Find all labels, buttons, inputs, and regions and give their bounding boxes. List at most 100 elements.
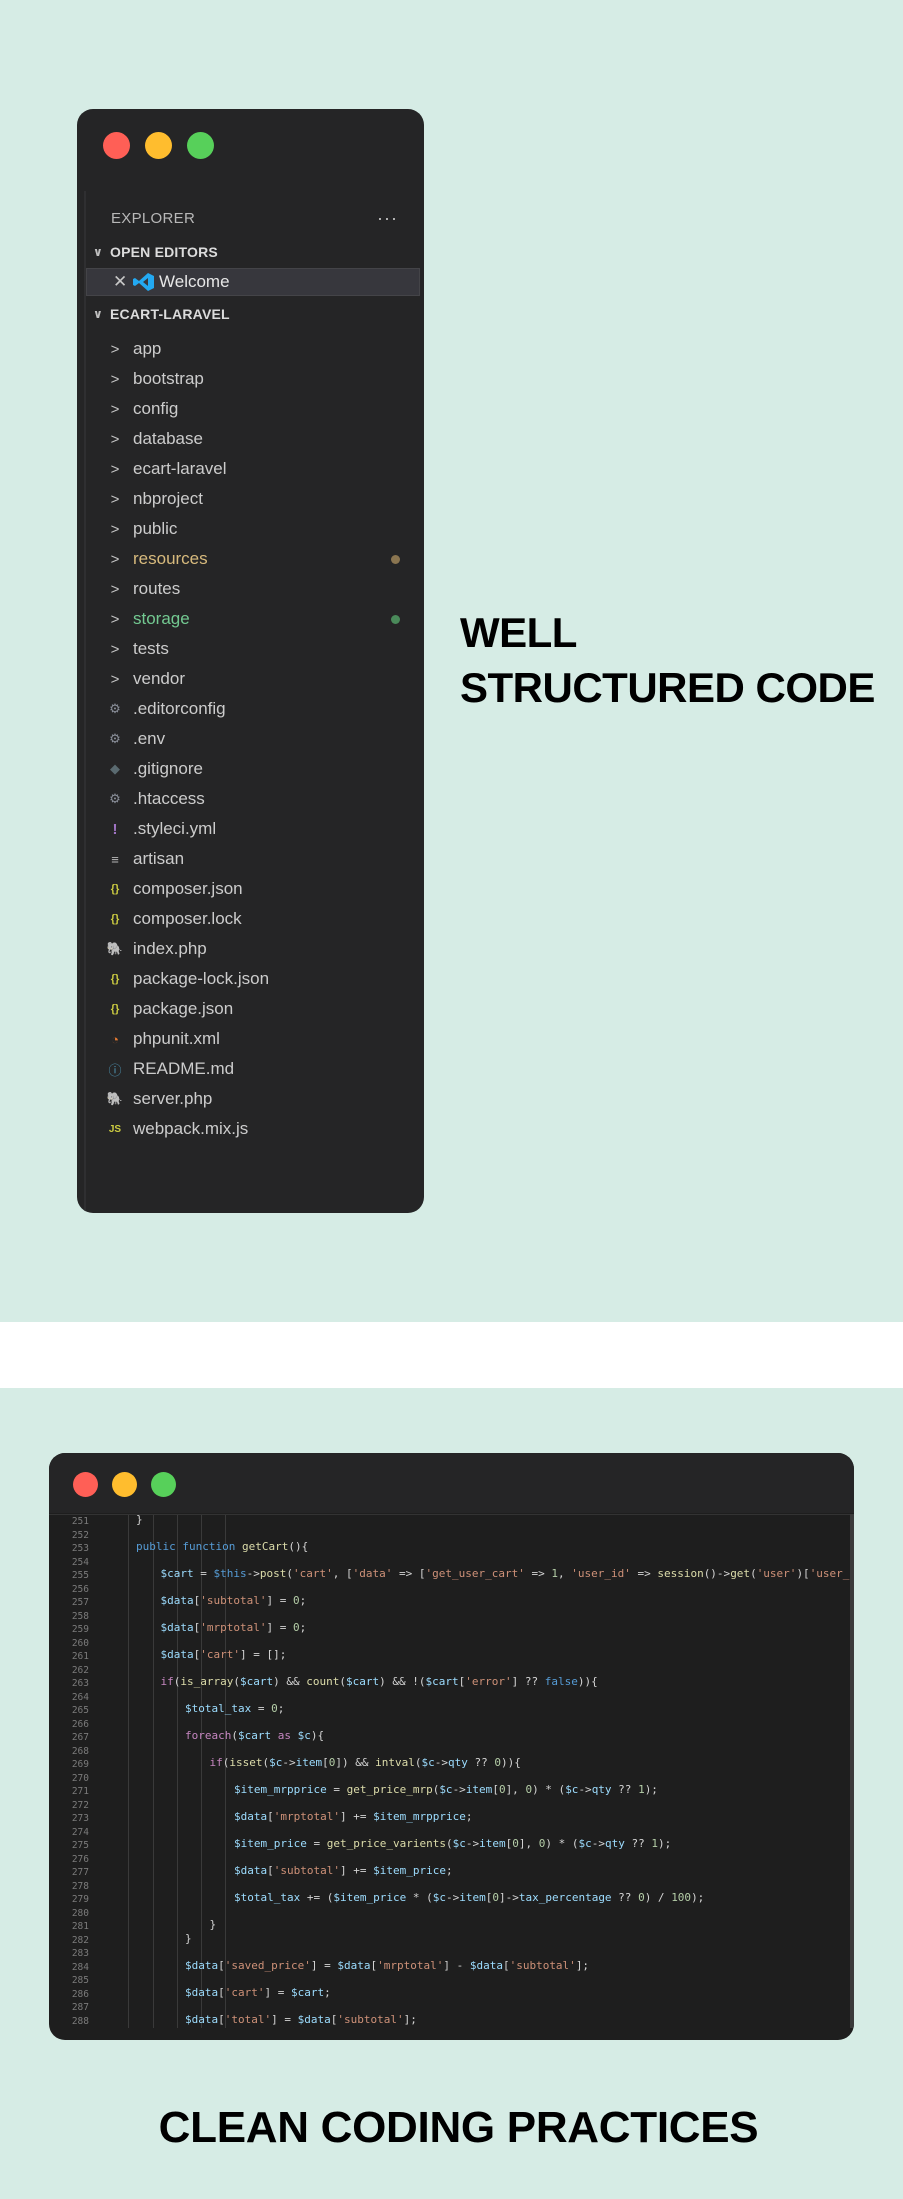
tree-item-label: storage (133, 609, 190, 628)
code-token: -> (465, 1837, 480, 1850)
code-token: = (306, 1837, 327, 1850)
project-section[interactable]: ∨ ECART-LARAVEL (86, 301, 420, 327)
code-token: ]-> (498, 1891, 519, 1904)
code-token: ( (414, 1756, 422, 1769)
tree-item[interactable]: {} package-lock.json (86, 964, 420, 994)
code-token: 'data' (352, 1567, 393, 1580)
tree-item[interactable]: {} package.json (86, 994, 420, 1024)
code-token: if (209, 1756, 223, 1769)
code-token: as (271, 1729, 298, 1742)
code-token: $cart (291, 1985, 325, 1999)
open-editors-section[interactable]: ∨ OPEN EDITORS (86, 239, 420, 265)
close-icon[interactable]: ✕ (113, 272, 129, 292)
code-token: $data (185, 1958, 219, 1972)
tree-item-label: resources (133, 549, 208, 568)
code-token: } (185, 1931, 192, 1945)
top-panel: EXPLORER ··· ∨ OPEN EDITORS ✕ Welcome ∨ … (0, 0, 903, 1322)
yaml-icon: ! (112, 820, 118, 838)
code-area[interactable]: 251 252 253 254 255 256 257 258 259 260 261 262 263 2… (49, 1514, 854, 2028)
vertical-scrollbar[interactable] (850, 1514, 854, 2028)
code-token: [ (218, 2012, 225, 2026)
code-line: $data['total'] = $data['subtotal']; (185, 2013, 417, 2027)
code-token: $cart (160, 1567, 194, 1580)
code-token: ( (286, 1567, 293, 1580)
indent-guide (153, 1515, 154, 2028)
code-token: ( (339, 1675, 346, 1688)
code-token: $data (234, 1810, 268, 1823)
tree-item[interactable]: > config (86, 394, 420, 424)
tree-item[interactable]: 🐘 server.php (86, 1084, 420, 1114)
tree-item[interactable]: > public (86, 514, 420, 544)
code-token: $item_price (373, 1864, 446, 1877)
tree-item[interactable]: > nbproject (86, 484, 420, 514)
json-icon: {} (110, 913, 120, 925)
tree-item[interactable]: ◆ .gitignore (86, 754, 420, 784)
code-token: $total_tax (185, 1702, 252, 1715)
tree-item[interactable]: ⚙ .editorconfig (86, 694, 420, 724)
code-token: , (557, 1567, 572, 1580)
code-token: ] += (339, 1810, 374, 1823)
code-token: get_price_mrp (346, 1783, 433, 1796)
tree-item-label: .editorconfig (133, 699, 226, 718)
code-token: 'subtotal' (273, 1864, 340, 1877)
tree-item[interactable]: > tests (86, 634, 420, 664)
code-token: [ (267, 1810, 274, 1823)
code-line: } (185, 1932, 192, 1946)
tree-item[interactable]: > app (86, 334, 420, 364)
line-number: 263 (71, 1678, 89, 1689)
tree-item-label: composer.lock (133, 909, 242, 928)
maximize-window-dot[interactable] (187, 132, 214, 159)
tree-item[interactable]: > routes (86, 574, 420, 604)
code-token: -> (445, 1891, 460, 1904)
code-token: 'subtotal' (337, 2012, 404, 2026)
code-token: 'cart' (200, 1648, 240, 1661)
tree-item[interactable]: ! .styleci.yml (86, 814, 420, 844)
tree-item[interactable]: ◔ phpunit.xml (86, 1024, 420, 1054)
headline-line-1: WELL (460, 609, 577, 656)
explorer-sidebar: EXPLORER ··· ∨ OPEN EDITORS ✕ Welcome ∨ … (84, 191, 420, 1213)
json-icon: {} (110, 883, 120, 895)
tree-item[interactable]: > ecart-laravel (86, 454, 420, 484)
tree-item[interactable]: > bootstrap (86, 364, 420, 394)
maximize-window-dot[interactable] (151, 1472, 176, 1497)
tree-item[interactable]: ⚙ .env (86, 724, 420, 754)
code-token: $data (337, 1958, 371, 1972)
chevron-right-icon: > (110, 340, 120, 358)
tree-item[interactable]: {} composer.json (86, 874, 420, 904)
code-line: $total_tax += ($item_price * ($c->item[0… (234, 1891, 704, 1905)
code-line: $data['cart'] = []; (161, 1648, 287, 1662)
tree-item[interactable]: {} composer.lock (86, 904, 420, 934)
close-window-dot[interactable] (103, 132, 130, 159)
tree-item[interactable]: > database (86, 424, 420, 454)
minimize-window-dot[interactable] (145, 132, 172, 159)
line-number: 270 (71, 1772, 89, 1784)
open-editors-label: OPEN EDITORS (110, 244, 218, 260)
code-token: $c (269, 1756, 283, 1769)
code-token: ; (299, 1594, 307, 1607)
code-token: 'subtotal' (200, 1594, 267, 1607)
tree-item-label: app (133, 339, 162, 358)
code-token: ] = (266, 1621, 293, 1634)
open-editor-welcome[interactable]: ✕ Welcome (86, 268, 420, 296)
close-window-dot[interactable] (73, 1472, 98, 1497)
indent-guide (201, 1515, 202, 2028)
more-actions-icon[interactable]: ··· (377, 208, 398, 229)
tree-item[interactable]: ≡ artisan (86, 844, 420, 874)
tree-item[interactable]: > vendor (86, 664, 420, 694)
chevron-right-icon: > (110, 670, 120, 688)
code-token: -> (578, 1783, 592, 1796)
code-token: -> (246, 1567, 260, 1580)
code-token: 0 (498, 1783, 506, 1796)
tree-item[interactable]: ⓘ README.md (86, 1054, 420, 1084)
minimize-window-dot[interactable] (112, 1472, 137, 1497)
project-label: ECART-LARAVEL (110, 306, 230, 322)
tree-item[interactable]: ⚙ .htaccess (86, 784, 420, 814)
tree-item-label: server.php (133, 1089, 213, 1108)
tree-item[interactable]: JS webpack.mix.js (86, 1114, 420, 1144)
code-token: $data (160, 1621, 194, 1634)
line-number: 254 (71, 1556, 89, 1568)
tree-item[interactable]: > resources (86, 544, 420, 574)
code-token: 'user_id' (809, 1567, 854, 1580)
tree-item[interactable]: > storage (86, 604, 420, 634)
tree-item[interactable]: 🐘 index.php (86, 934, 420, 964)
